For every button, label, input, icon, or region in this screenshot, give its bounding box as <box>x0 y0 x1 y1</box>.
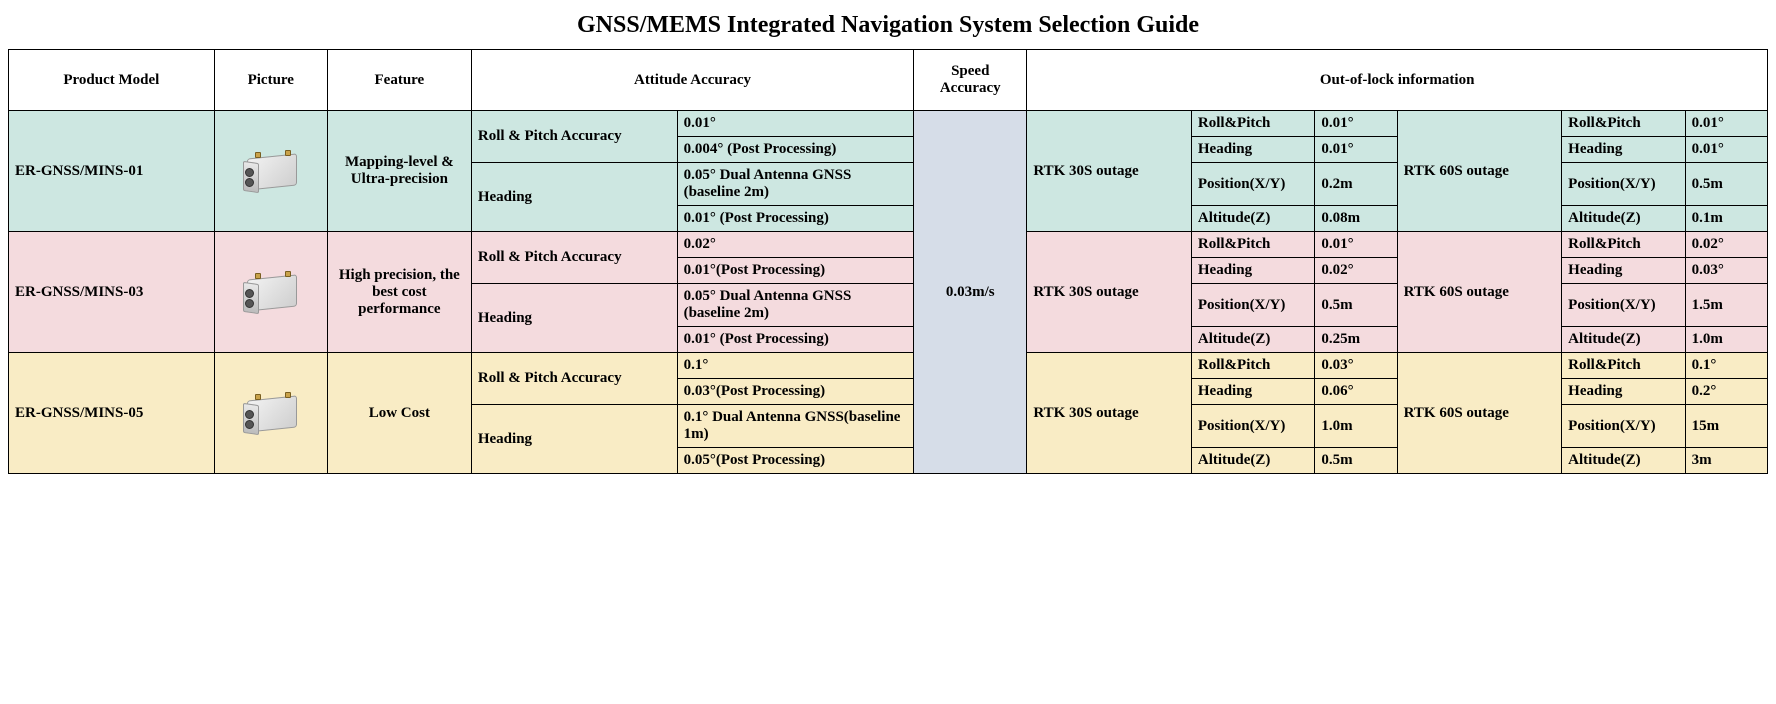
param-value: 0.03° <box>1685 258 1767 284</box>
param-label: Roll&Pitch <box>1562 232 1685 258</box>
param-label: Position(X/Y) <box>1562 163 1685 206</box>
param-value: 0.1m <box>1685 206 1767 232</box>
att-value: 0.05° Dual Antenna GNSS (baseline 2m) <box>677 163 914 206</box>
param-value: 1.0m <box>1685 327 1767 353</box>
model-cell: ER-GNSS/MINS-01 <box>9 111 215 232</box>
param-label: Position(X/Y) <box>1191 405 1314 448</box>
param-label: Position(X/Y) <box>1191 163 1314 206</box>
param-label: Roll&Pitch <box>1562 353 1685 379</box>
att-value: 0.01° <box>677 111 914 137</box>
col-attitude: Attitude Accuracy <box>471 50 913 111</box>
param-label: Heading <box>1191 379 1314 405</box>
att-value: 0.03°(Post Processing) <box>677 379 914 405</box>
param-value: 1.0m <box>1315 405 1397 448</box>
picture-cell <box>214 111 327 232</box>
device-icon <box>241 148 301 194</box>
param-value: 0.01° <box>1685 111 1767 137</box>
table-row: ER-GNSS/MINS-05 Low Cost Roll & Pitch Ac… <box>9 353 1768 379</box>
param-value: 0.1° <box>1685 353 1767 379</box>
att-value: 0.01°(Post Processing) <box>677 258 914 284</box>
att-value: 0.1° Dual Antenna GNSS(baseline 1m) <box>677 405 914 448</box>
param-value: 0.06° <box>1315 379 1397 405</box>
table-row: ER-GNSS/MINS-03 High precision, the best… <box>9 232 1768 258</box>
device-icon <box>241 390 301 436</box>
att-value: 0.01° (Post Processing) <box>677 327 914 353</box>
col-outoflock: Out-of-lock information <box>1027 50 1768 111</box>
param-value: 1.5m <box>1685 284 1767 327</box>
feature-cell: Low Cost <box>327 353 471 474</box>
feature-cell: High precision, the best cost performanc… <box>327 232 471 353</box>
param-value: 0.01° <box>1685 137 1767 163</box>
rtk60-label: RTK 60S outage <box>1397 353 1562 474</box>
col-feature: Feature <box>327 50 471 111</box>
col-model: Product Model <box>9 50 215 111</box>
param-value: 0.01° <box>1315 111 1397 137</box>
rtk60-label: RTK 60S outage <box>1397 232 1562 353</box>
param-label: Roll&Pitch <box>1562 111 1685 137</box>
param-label: Heading <box>1562 258 1685 284</box>
page-title: GNSS/MEMS Integrated Navigation System S… <box>8 12 1768 39</box>
param-value: 0.2° <box>1685 379 1767 405</box>
param-label: Heading <box>1562 379 1685 405</box>
picture-cell <box>214 232 327 353</box>
col-speed: Speed Accuracy <box>914 50 1027 111</box>
param-value: 0.03° <box>1315 353 1397 379</box>
att-roll-pitch-label: Roll & Pitch Accuracy <box>471 353 677 405</box>
device-icon <box>241 269 301 315</box>
param-label: Position(X/Y) <box>1562 284 1685 327</box>
model-cell: ER-GNSS/MINS-05 <box>9 353 215 474</box>
model-cell: ER-GNSS/MINS-03 <box>9 232 215 353</box>
param-value: 0.25m <box>1315 327 1397 353</box>
param-value: 0.5m <box>1315 448 1397 474</box>
att-value: 0.02° <box>677 232 914 258</box>
feature-cell: Mapping-level & Ultra-precision <box>327 111 471 232</box>
selection-table: Product Model Picture Feature Attitude A… <box>8 49 1768 474</box>
param-label: Altitude(Z) <box>1562 206 1685 232</box>
param-label: Heading <box>1562 137 1685 163</box>
param-label: Roll&Pitch <box>1191 232 1314 258</box>
param-value: 0.01° <box>1315 232 1397 258</box>
att-heading-label: Heading <box>471 284 677 353</box>
att-value: 0.004° (Post Processing) <box>677 137 914 163</box>
param-value: 0.5m <box>1685 163 1767 206</box>
att-value: 0.1° <box>677 353 914 379</box>
speed-cell: 0.03m/s <box>914 111 1027 474</box>
param-value: 0.02° <box>1685 232 1767 258</box>
att-roll-pitch-label: Roll & Pitch Accuracy <box>471 232 677 284</box>
param-label: Heading <box>1191 258 1314 284</box>
att-value: 0.05°(Post Processing) <box>677 448 914 474</box>
rtk60-label: RTK 60S outage <box>1397 111 1562 232</box>
param-label: Roll&Pitch <box>1191 353 1314 379</box>
att-heading-label: Heading <box>471 163 677 232</box>
picture-cell <box>214 353 327 474</box>
col-picture: Picture <box>214 50 327 111</box>
param-value: 3m <box>1685 448 1767 474</box>
rtk30-label: RTK 30S outage <box>1027 353 1192 474</box>
param-label: Altitude(Z) <box>1562 327 1685 353</box>
param-value: 0.5m <box>1315 284 1397 327</box>
table-row: ER-GNSS/MINS-01 Mapping-level & Ultra-pr… <box>9 111 1768 137</box>
param-label: Position(X/Y) <box>1562 405 1685 448</box>
param-value: 15m <box>1685 405 1767 448</box>
att-value: 0.01° (Post Processing) <box>677 206 914 232</box>
param-value: 0.01° <box>1315 137 1397 163</box>
param-label: Roll&Pitch <box>1191 111 1314 137</box>
param-value: 0.08m <box>1315 206 1397 232</box>
param-value: 0.2m <box>1315 163 1397 206</box>
param-label: Altitude(Z) <box>1191 327 1314 353</box>
att-heading-label: Heading <box>471 405 677 474</box>
param-label: Position(X/Y) <box>1191 284 1314 327</box>
att-roll-pitch-label: Roll & Pitch Accuracy <box>471 111 677 163</box>
att-value: 0.05° Dual Antenna GNSS (baseline 2m) <box>677 284 914 327</box>
param-label: Heading <box>1191 137 1314 163</box>
rtk30-label: RTK 30S outage <box>1027 111 1192 232</box>
param-label: Altitude(Z) <box>1562 448 1685 474</box>
param-label: Altitude(Z) <box>1191 206 1314 232</box>
param-value: 0.02° <box>1315 258 1397 284</box>
param-label: Altitude(Z) <box>1191 448 1314 474</box>
header-row: Product Model Picture Feature Attitude A… <box>9 50 1768 111</box>
rtk30-label: RTK 30S outage <box>1027 232 1192 353</box>
